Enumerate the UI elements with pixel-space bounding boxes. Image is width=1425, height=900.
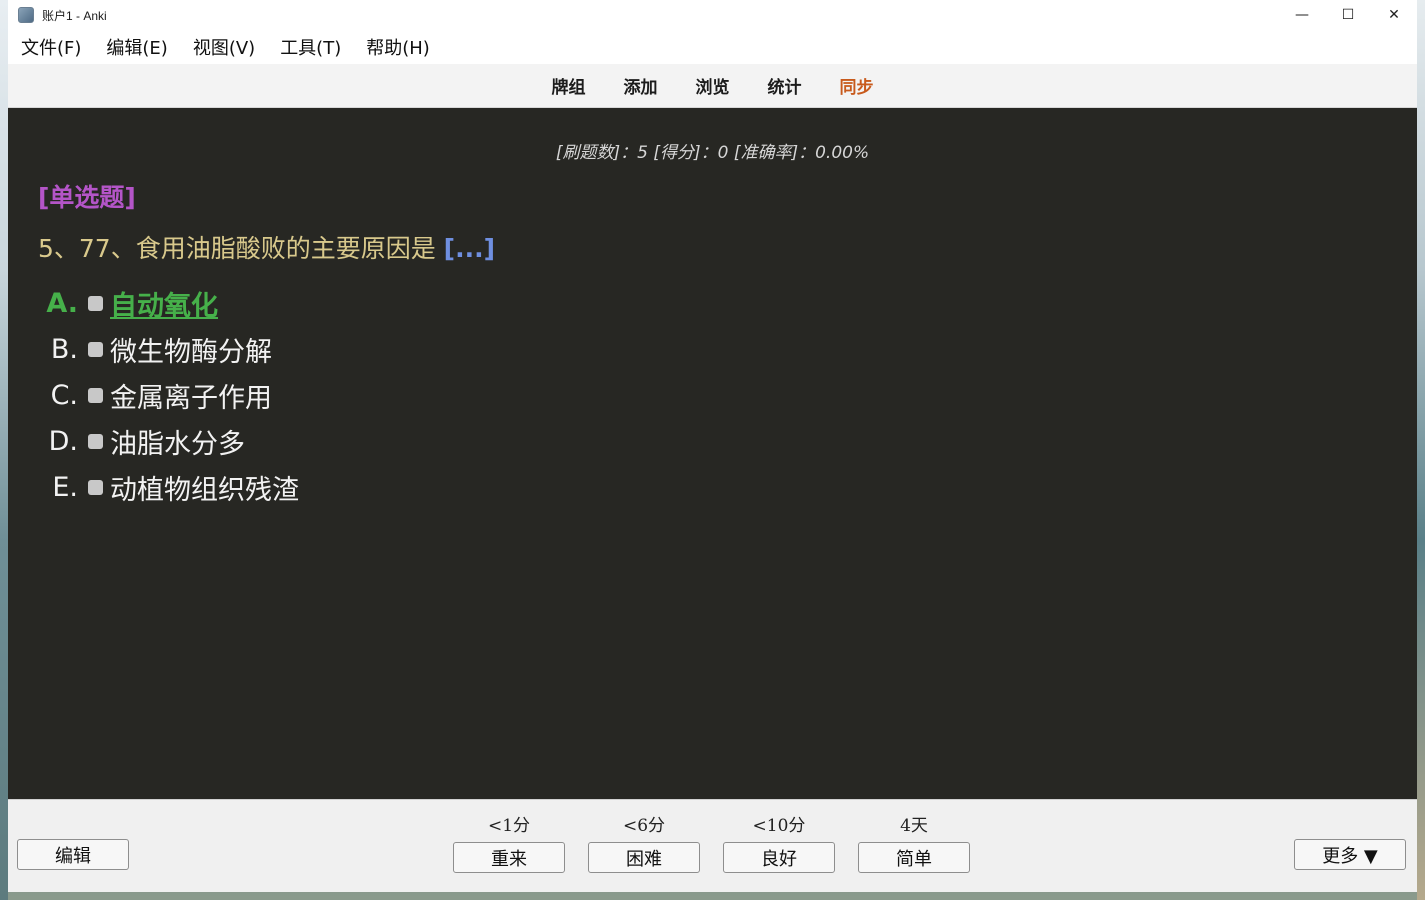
window-title: 账户1 - Anki (42, 8, 107, 23)
ease-easy-interval: 4天 (900, 816, 928, 836)
option-text: 微生物酶分解 (110, 336, 272, 368)
option-a[interactable]: A. 自动氧化 (38, 280, 299, 326)
question-text: 5、77、食用油脂酸败的主要原因是 [...] (38, 229, 495, 265)
window-controls: — ☐ ✕ (1279, 0, 1417, 30)
toolbar-decks[interactable]: 牌组 (552, 73, 586, 98)
option-text: 金属离子作用 (110, 382, 272, 414)
answer-bar: 编辑 <1分 重来 <6分 困难 <10分 良好 4天 简单 更多 ▼ (8, 799, 1417, 892)
toolbar-add[interactable]: 添加 (624, 73, 658, 98)
toolbar-sync[interactable]: 同步 (840, 73, 874, 98)
good-button[interactable]: 良好 (723, 842, 835, 873)
option-c[interactable]: C. 金属离子作用 (38, 372, 299, 418)
toolbar-browse[interactable]: 浏览 (696, 73, 730, 98)
anki-window: 账户1 - Anki — ☐ ✕ 文件(F) 编辑(E) 视图(V) 工具(T)… (8, 0, 1417, 892)
desktop-background-left (0, 0, 8, 900)
menu-tools[interactable]: 工具(T) (268, 34, 353, 60)
card-stats: [刷题数]：5 [得分]：0 [准确率]：0.00% (555, 143, 870, 163)
menu-bar: 文件(F) 编辑(E) 视图(V) 工具(T) 帮助(H) (8, 30, 1417, 65)
main-toolbar: 牌组 添加 浏览 统计 同步 (8, 64, 1417, 108)
checkbox-icon[interactable] (88, 387, 103, 403)
anki-app-icon (18, 7, 34, 23)
question-type: [单选题] (38, 183, 136, 212)
option-text: 自动氧化 (110, 290, 218, 322)
title-bar[interactable]: 账户1 - Anki — ☐ ✕ (8, 0, 1417, 30)
toolbar-stats[interactable]: 统计 (768, 73, 802, 98)
easy-button[interactable]: 简单 (858, 842, 970, 873)
hard-button[interactable]: 困难 (588, 842, 700, 873)
option-letter: E. (52, 471, 78, 503)
answer-options: A. 自动氧化 B. 微生物酶分解 C. 金属离子作用 D. 油脂水分多 E. (38, 280, 299, 510)
option-b[interactable]: B. 微生物酶分解 (38, 326, 299, 372)
option-d[interactable]: D. 油脂水分多 (38, 418, 299, 464)
checkbox-icon[interactable] (88, 479, 103, 495)
option-e[interactable]: E. 动植物组织残渣 (38, 464, 299, 510)
option-text: 油脂水分多 (110, 428, 245, 460)
option-letter: A. (46, 287, 78, 319)
cloze-placeholder: [...] (443, 234, 496, 263)
edit-button[interactable]: 编辑 (17, 839, 129, 870)
ease-again-interval: <1分 (487, 816, 531, 836)
option-letter: C. (50, 379, 78, 411)
card-reviewer: [刷题数]：5 [得分]：0 [准确率]：0.00% [单选题] 5、77、食用… (8, 108, 1417, 799)
menu-help[interactable]: 帮助(H) (354, 34, 442, 60)
menu-view[interactable]: 视图(V) (181, 34, 267, 60)
ease-hard-interval: <6分 (622, 816, 666, 836)
maximize-button[interactable]: ☐ (1325, 0, 1371, 30)
menu-edit[interactable]: 编辑(E) (94, 34, 179, 60)
close-button[interactable]: ✕ (1371, 0, 1417, 30)
option-letter: D. (48, 425, 78, 457)
option-text: 动植物组织残渣 (110, 474, 299, 506)
ease-good-interval: <10分 (752, 816, 806, 836)
again-button[interactable]: 重来 (453, 842, 565, 873)
checkbox-icon[interactable] (88, 295, 103, 311)
more-button[interactable]: 更多 ▼ (1294, 839, 1406, 870)
desktop-background-right (1417, 0, 1425, 900)
option-letter: B. (50, 333, 78, 365)
minimize-button[interactable]: — (1279, 0, 1325, 30)
question-body: 5、77、食用油脂酸败的主要原因是 (38, 234, 436, 263)
checkbox-icon[interactable] (88, 341, 103, 357)
menu-file[interactable]: 文件(F) (9, 34, 93, 60)
checkbox-icon[interactable] (88, 433, 103, 449)
